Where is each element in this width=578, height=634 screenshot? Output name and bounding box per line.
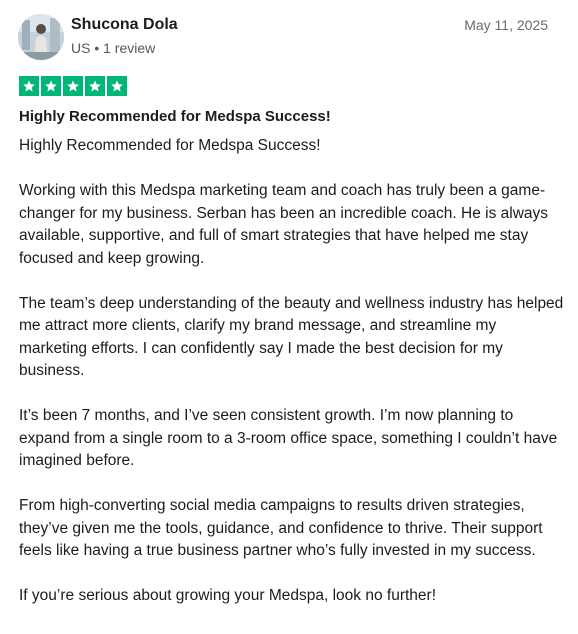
star-rating: [19, 76, 127, 96]
star-icon: [85, 76, 105, 96]
star-icon: [107, 76, 127, 96]
review-paragraph: Highly Recommended for Medspa Success!: [19, 137, 321, 154]
star-icon: [63, 76, 83, 96]
reviewer-meta: US • 1 review: [71, 40, 156, 56]
reviewer-name[interactable]: Shucona Dola: [71, 16, 178, 34]
review-body: Highly Recommended for Medspa Success! W…: [19, 135, 564, 630]
review-paragraph: Working with this Medspa marketing team …: [19, 182, 549, 267]
review-card: Shucona Dola US • 1 review May 11, 2025 …: [0, 0, 578, 634]
avatar[interactable]: [18, 14, 64, 60]
star-icon: [41, 76, 61, 96]
review-date: May 11, 2025: [464, 17, 548, 33]
review-paragraph: It’s been 7 months, and I’ve seen consis…: [19, 407, 558, 469]
review-paragraph: The team’s deep understanding of the bea…: [19, 294, 564, 380]
review-title: Highly Recommended for Medspa Success!: [19, 108, 331, 125]
review-paragraph: If you’re serious about growing your Med…: [19, 587, 437, 604]
star-icon: [19, 76, 39, 96]
avatar-photo: [18, 14, 64, 60]
review-paragraph: From high-converting social media campai…: [19, 497, 543, 559]
